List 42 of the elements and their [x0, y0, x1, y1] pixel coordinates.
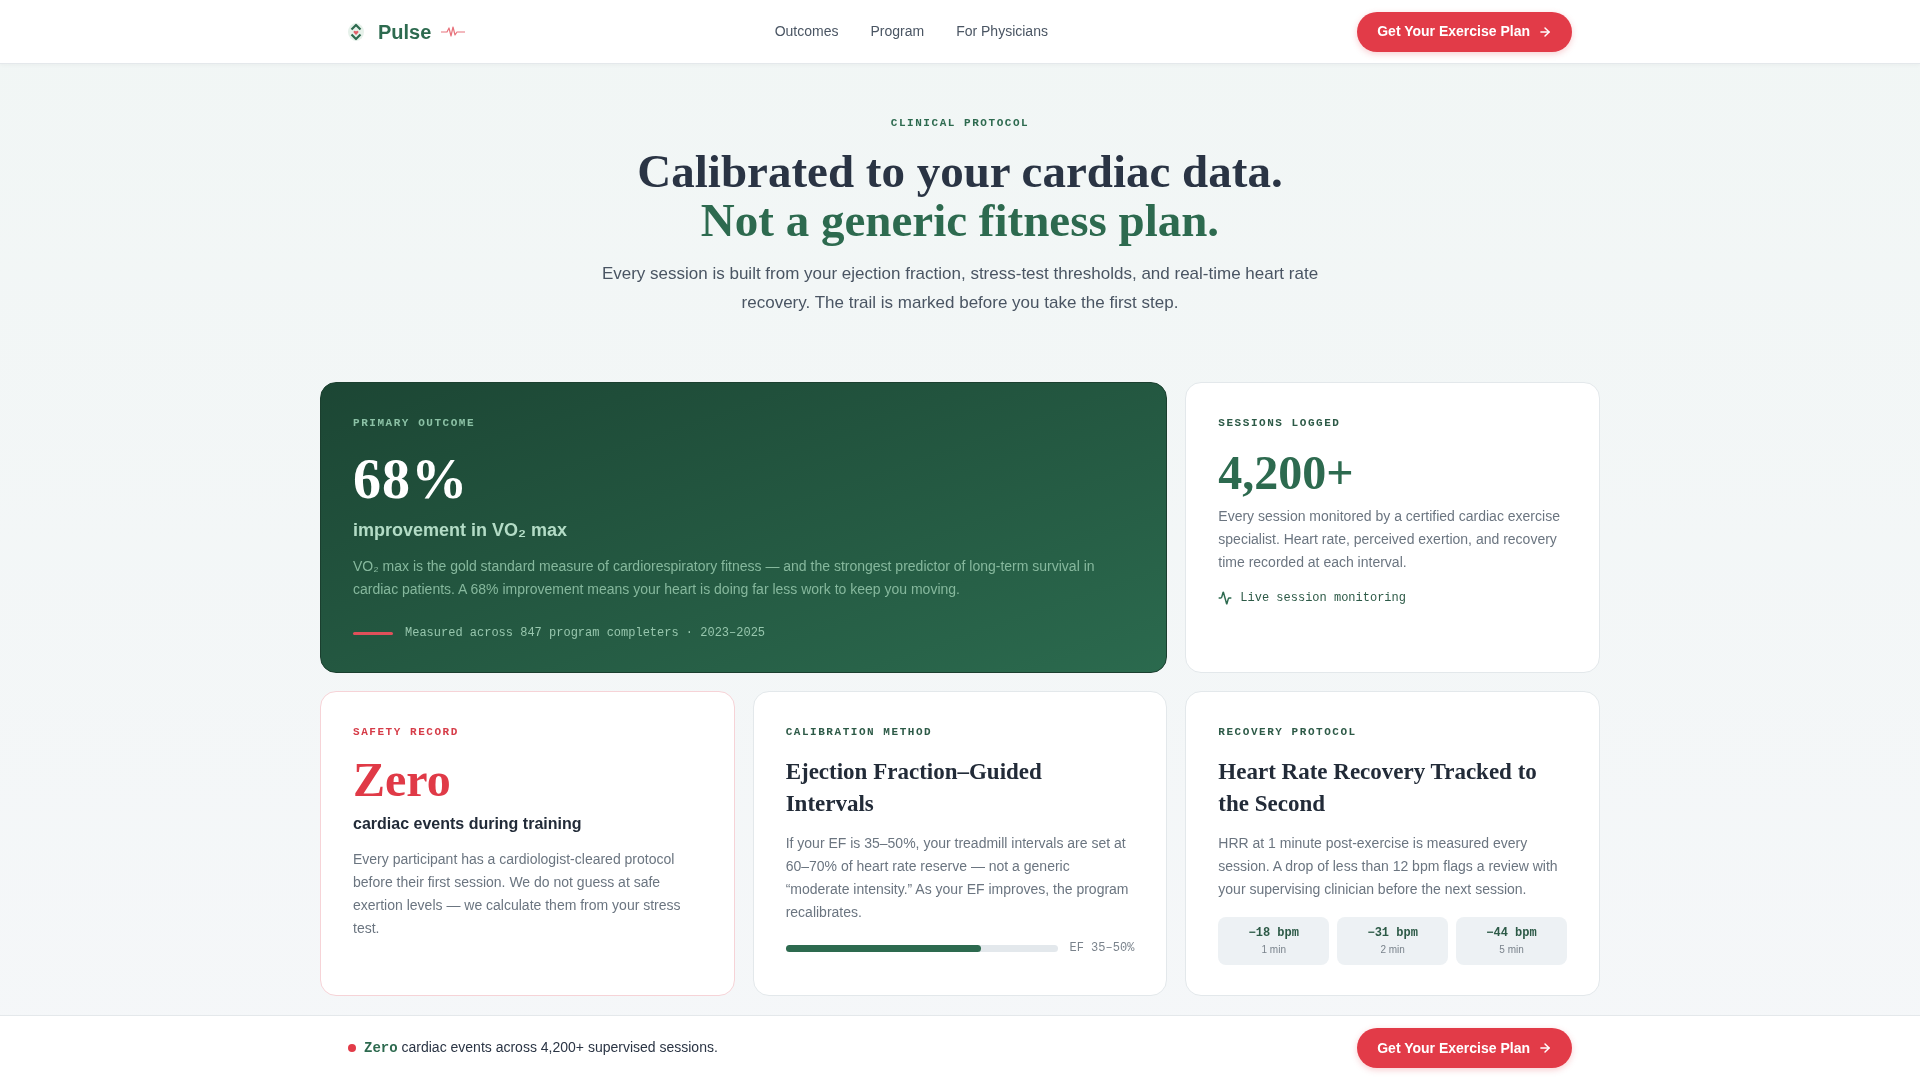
- metric-label: 1 min: [1261, 943, 1286, 957]
- nav-link[interactable]: Program: [870, 21, 925, 42]
- arrow-right-icon: [1538, 1041, 1552, 1055]
- metric-value: −18 bpm: [1248, 925, 1299, 941]
- safety-subtitle: cardiac events during training: [353, 814, 582, 834]
- activity-pulse-icon: [1218, 591, 1233, 605]
- brand-name[interactable]: Pulse: [378, 16, 432, 47]
- safety-summary: Zero cardiac events across 4,200+ supervised sessions.: [364, 1038, 718, 1058]
- sessions-stat: 4,200+: [1218, 449, 1354, 497]
- nav-link[interactable]: For Physicians: [956, 21, 1048, 42]
- card-title: Ejection Fraction–Guided Intervals: [785, 758, 1043, 818]
- safety-stat: Zero: [353, 756, 451, 804]
- headline-line: Calibrated to your cardiac data.: [637, 147, 1283, 196]
- outcome-stat: 68%: [353, 451, 469, 507]
- arrow-right-icon: [1538, 24, 1552, 39]
- metric-label: 5 min: [1499, 943, 1524, 957]
- card-label: CALIBRATION METHOD: [785, 725, 933, 740]
- monitoring-note: Live session monitoring: [1240, 590, 1406, 606]
- headline-accent: Not a generic fitness plan.: [700, 196, 1220, 245]
- emblem-logo-icon: [348, 22, 364, 41]
- hero-description: Every session is built from your ejection fraction, stress-test thresholds, and real-time heart rate recovery. The trail is marked before you take the first step.: [600, 263, 1320, 314]
- card-label: SESSIONS LOGGED: [1218, 416, 1341, 431]
- cta-button[interactable]: Get Your Exercise Plan: [1357, 1028, 1572, 1068]
- card-label: PRIMARY OUTCOME: [353, 416, 476, 431]
- metric-label: 2 min: [1380, 943, 1405, 957]
- outcome-subtitle: improvement in VO₂ max: [353, 519, 568, 542]
- progress-reading: EF 35–50%: [1069, 940, 1135, 956]
- outcome-footnote: Measured across 847 program completers · 2023–2025: [405, 625, 766, 641]
- cta-button[interactable]: Get Your Exercise Plan: [1357, 11, 1572, 52]
- metric-value: −44 bpm: [1486, 925, 1537, 941]
- card-description: If your EF is 35–50%, your treadmill intervals are set at 60–70% of heart rate reserve — not a generic “moderate intensity.” As your EF improves, the program recalibrates.: [785, 834, 1130, 922]
- nav-link[interactable]: Outcomes: [774, 21, 839, 42]
- card-description: Every participant has a cardiologist-cleared protocol before their first session. We do not guess at safe exertion levels — we calculate them from your stress test.: [353, 850, 682, 938]
- metric-value: −31 bpm: [1367, 925, 1418, 941]
- card-label: SAFETY RECORD: [353, 725, 459, 740]
- card-label: RECOVERY PROTOCOL: [1218, 725, 1357, 740]
- card-description: Every session monitored by a certified cardiac exercise specialist. Heart rate, perceived exertion, and recovery time recorded at each interval.: [1218, 507, 1561, 572]
- card-title: Heart Rate Recovery Tracked to the Second: [1218, 758, 1538, 818]
- eyebrow-label: CLINICAL PROTOCOL: [890, 116, 1030, 131]
- outcome-description: VO₂ max is the gold standard measure of cardiorespiratory fitness — and the strongest predictor of long-term survival in cardiac patients. A 68% improvement means your heart is doing far less work to keep you moving.: [353, 557, 1096, 599]
- card-description: HRR at 1 minute post-exercise is measured every session. A drop of less than 12 bpm flags a review with your supervising clinician before the next session.: [1218, 834, 1559, 899]
- heartbeat-line-icon: [441, 25, 466, 38]
